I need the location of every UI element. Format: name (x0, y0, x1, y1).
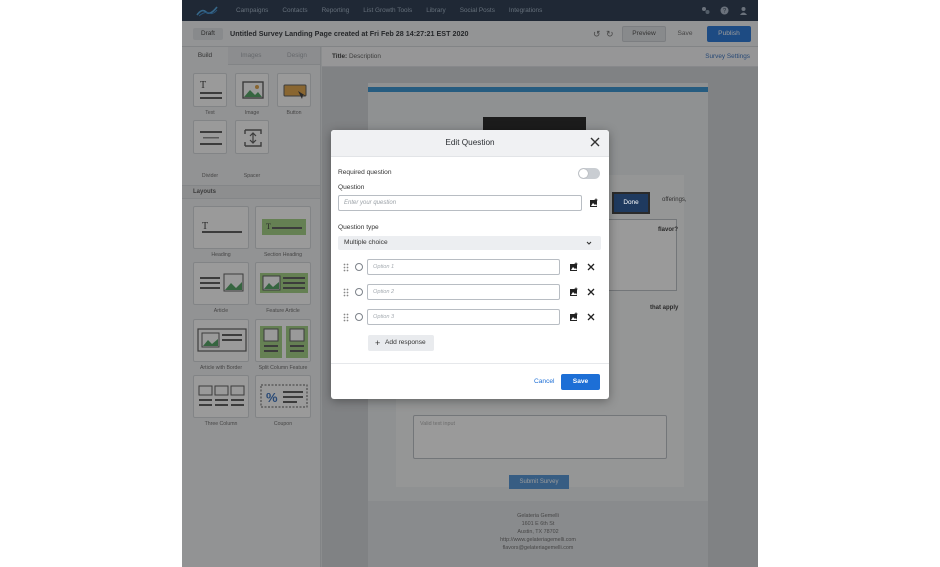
option-radio[interactable] (355, 263, 363, 271)
dialog-header: Edit Question (331, 130, 609, 157)
add-response-label: Add response (385, 339, 426, 346)
option-image-icon[interactable] (569, 262, 579, 272)
save-button[interactable]: Save (561, 374, 600, 390)
add-image-icon[interactable] (589, 198, 599, 208)
done-button[interactable]: Done (612, 192, 650, 214)
option-input[interactable]: Option 3 (367, 309, 560, 325)
remove-option-icon[interactable] (586, 262, 596, 272)
edit-question-dialog: Edit Question Required question Question… (331, 130, 609, 399)
option-radio[interactable] (355, 288, 363, 296)
close-icon[interactable] (589, 136, 601, 148)
plus-icon: + (375, 338, 381, 348)
question-type-value: Multiple choice (344, 239, 388, 246)
option-radio[interactable] (355, 313, 363, 321)
question-type-label: Question type (338, 224, 379, 231)
option-row: Option 2 (343, 284, 603, 300)
remove-option-icon[interactable] (586, 312, 596, 322)
drag-handle-icon[interactable] (343, 263, 349, 272)
option-image-icon[interactable] (569, 287, 579, 297)
chevron-down-icon (586, 241, 592, 245)
drag-handle-icon[interactable] (343, 288, 349, 297)
required-question-toggle[interactable] (578, 168, 600, 179)
add-response-button[interactable]: + Add response (368, 335, 434, 351)
option-input[interactable]: Option 1 (367, 259, 560, 275)
option-row: Option 1 (343, 259, 603, 275)
question-type-select[interactable]: Multiple choice (338, 236, 601, 250)
option-input[interactable]: Option 2 (367, 284, 560, 300)
remove-option-icon[interactable] (586, 287, 596, 297)
required-question-label: Required question (338, 169, 392, 176)
dialog-title: Edit Question (445, 138, 495, 147)
option-image-icon[interactable] (569, 312, 579, 322)
question-label: Question (338, 184, 365, 191)
drag-handle-icon[interactable] (343, 313, 349, 322)
option-row: Option 3 (343, 309, 603, 325)
dialog-divider (331, 363, 609, 364)
cancel-button[interactable]: Cancel (534, 378, 555, 385)
question-input[interactable]: Enter your question (338, 195, 582, 211)
